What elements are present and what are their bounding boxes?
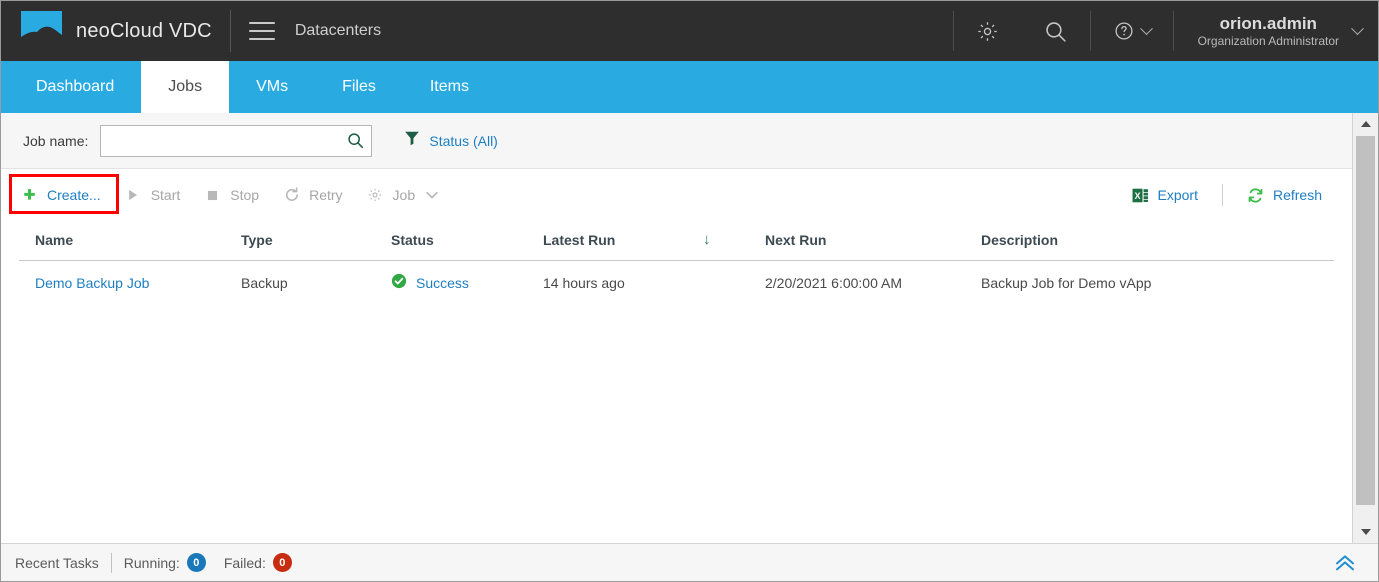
status-filter-label: Status (All) [429,132,498,149]
status-filter-button[interactable]: Status (All) [404,130,498,151]
header-actions: orion.admin Organization Administrator [952,1,1378,61]
footer-divider [110,552,112,573]
user-role: Organization Administrator [1197,34,1339,49]
retry-button-label: Retry [309,187,343,203]
filter-bar: Job name: Status (All) [1,113,1352,169]
recent-tasks-link[interactable]: Recent Tasks [15,555,99,571]
jobs-table-body: Demo Backup Job Backup Success 14 hours … [19,261,1334,305]
refresh-icon [1247,187,1264,204]
running-label: Running: [123,554,180,571]
search-icon[interactable] [1021,1,1090,61]
hamburger-menu-icon[interactable] [248,22,275,40]
retry-button[interactable]: Retry [271,180,354,211]
column-header-description[interactable]: Description [977,221,1334,261]
job-name-search-wrapper [100,124,373,157]
excel-export-icon: X [1132,187,1149,204]
stop-square-icon [204,187,221,204]
brand-name: neoCloud VDC [76,19,212,42]
export-button[interactable]: X Export [1120,180,1210,211]
start-button[interactable]: Start [113,180,193,211]
body-wrapper: Job name: Status (All) Create... Start S… [1,113,1378,543]
toolbar-divider [1221,184,1223,206]
user-name: orion.admin [1219,13,1317,33]
jobs-table-head: Name Type Status Latest Run ↓ Next Run D… [19,221,1334,261]
toolbar-right-actions: X Export Refresh [1120,180,1335,211]
refresh-button-label: Refresh [1272,187,1322,203]
table-row[interactable]: Demo Backup Job Backup Success 14 hours … [19,261,1334,305]
cell-type: Backup [241,274,288,291]
tab-items[interactable]: Items [403,61,496,113]
sort-indicator-icon[interactable]: ↓ [699,221,761,261]
cell-name: Demo Backup Job [19,261,237,305]
user-menu[interactable]: orion.admin Organization Administrator [1174,13,1353,49]
stop-button-label: Stop [230,187,260,203]
status-footer-bar: Recent Tasks Running: 0 Failed: 0 [1,543,1378,581]
column-header-type[interactable]: Type [237,221,387,261]
running-count-badge: 0 [186,553,206,572]
scrollbar-track[interactable] [1353,135,1378,521]
cell-description: Backup Job for Demo vApp [981,274,1152,291]
running-counter: Running: 0 [124,553,206,572]
sort-arrow-down-icon: ↓ [703,231,711,248]
success-check-icon [391,273,407,292]
funnel-filter-icon [404,130,420,151]
jobs-content-panel: Job name: Status (All) Create... Start S… [1,113,1352,543]
cell-next-run: 2/20/2021 6:00:00 AM [765,274,902,291]
tab-jobs[interactable]: Jobs [141,61,230,113]
context-title: Datacenters [294,22,382,39]
jobs-table-area: Name Type Status Latest Run ↓ Next Run D… [1,221,1352,543]
failed-label: Failed: [223,554,266,571]
gear-icon [367,187,384,204]
play-icon [125,187,142,204]
job-name-label: Job name: [23,132,89,149]
cell-sort-spacer [699,261,761,305]
column-header-status[interactable]: Status [387,221,539,261]
tab-files[interactable]: Files [315,61,403,113]
cell-latest-run: 14 hours ago [543,274,625,291]
status-text: Success [416,274,469,291]
column-header-latest-run[interactable]: Latest Run [539,221,699,261]
search-icon[interactable] [344,130,366,152]
jobs-table: Name Type Status Latest Run ↓ Next Run D… [19,221,1334,304]
cell-status: Success [387,261,539,305]
retry-arrow-icon [283,187,300,204]
failed-count-badge: 0 [272,553,292,572]
help-question-icon[interactable] [1091,1,1173,61]
application-window: neoCloud VDC Datacenters orion.admin Org… [0,0,1379,582]
scrollbar-thumb[interactable] [1356,136,1375,505]
table-header-row: Name Type Status Latest Run ↓ Next Run D… [19,221,1334,261]
start-button-label: Start [150,187,181,203]
job-menu-button[interactable]: Job [355,180,451,211]
double-chevron-up-icon[interactable] [1334,554,1364,571]
cloud-logo-icon [21,10,62,52]
refresh-button[interactable]: Refresh [1235,180,1334,211]
stop-button[interactable]: Stop [192,180,271,211]
tab-vms[interactable]: VMs [229,61,315,113]
failed-counter: Failed: 0 [224,553,292,572]
chevron-down-icon [426,187,438,203]
action-toolbar: Create... Start Stop Retry Job X Export … [1,169,1352,221]
top-header-bar: neoCloud VDC Datacenters orion.admin Org… [1,1,1378,61]
column-header-name[interactable]: Name [19,221,237,261]
scroll-down-arrow-icon[interactable] [1353,521,1378,543]
column-header-next-run[interactable]: Next Run [761,221,977,261]
scroll-up-arrow-icon[interactable] [1353,113,1378,135]
plus-icon [21,187,38,204]
job-name-link[interactable]: Demo Backup Job [35,275,149,291]
create-button-label: Create... [47,187,101,203]
job-menu-label: Job [392,187,416,203]
tab-dashboard[interactable]: Dashboard [9,61,141,113]
export-button-label: Export [1157,187,1198,203]
create-button[interactable]: Create... [9,180,113,211]
gear-icon[interactable] [954,1,1021,61]
chevron-down-icon [1139,21,1153,35]
main-tab-bar: Dashboard Jobs VMs Files Items [1,61,1378,113]
vertical-scrollbar[interactable] [1352,113,1378,543]
search-input[interactable] [100,124,373,157]
user-menu-chevron-down-icon[interactable] [1351,21,1364,35]
svg-text:X: X [1134,190,1140,200]
brand-area[interactable]: neoCloud VDC [1,10,212,52]
status-badge: Success [391,273,535,292]
header-divider-1 [229,10,231,52]
